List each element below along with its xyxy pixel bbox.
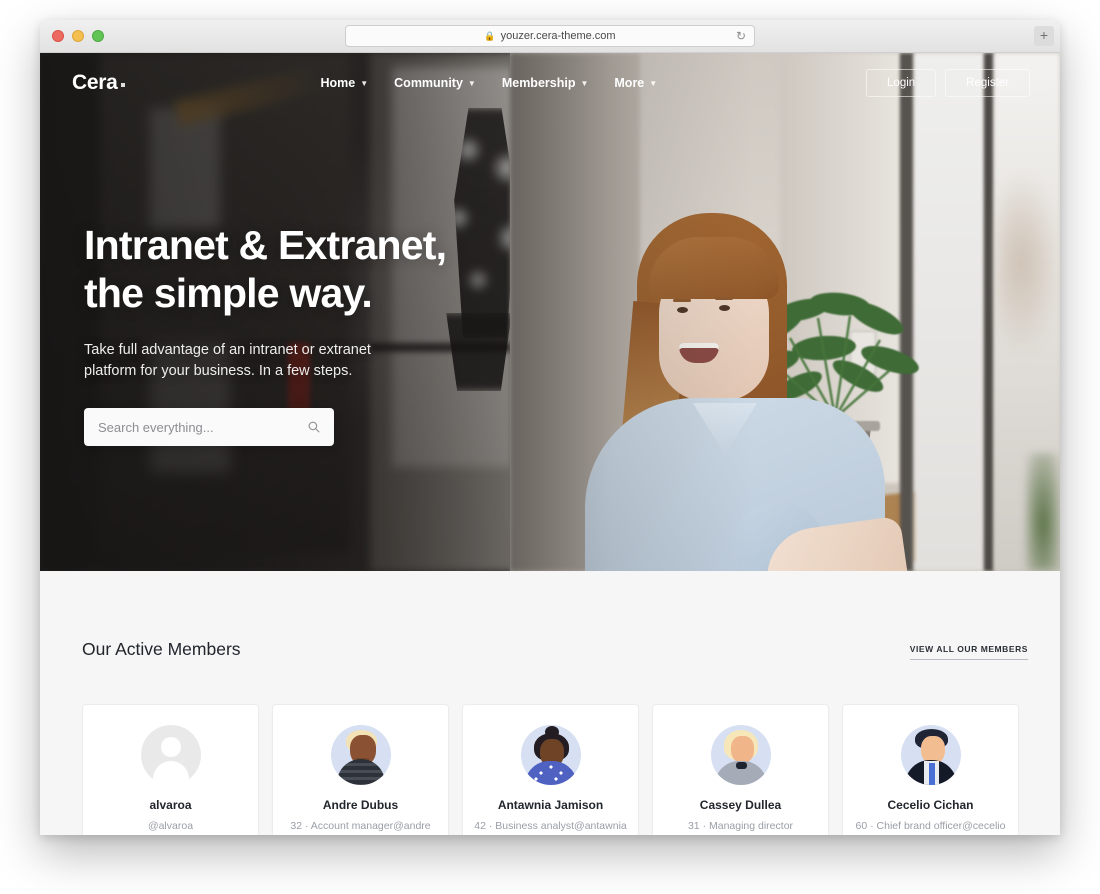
member-card[interactable]: Cecelio Cichan 60 · Chief brand officer@… [842, 704, 1019, 835]
address-bar-url: youzer.cera-theme.com [500, 30, 616, 42]
logo-dot-icon [120, 83, 125, 87]
member-meta: 42 · Business analyst@antawnia [474, 820, 627, 832]
member-name: Antawnia Jamison [497, 798, 604, 812]
hero-section: Cera Home ▼ Community ▼ Membership ▼ Mor… [40, 53, 1060, 571]
member-card[interactable]: alvaroa @alvaroa [82, 704, 259, 835]
close-window-button[interactable] [52, 30, 64, 42]
maximize-window-button[interactable] [92, 30, 104, 42]
hero-title: Intranet & Extranet, the simple way. [84, 222, 447, 317]
chevron-down-icon: ▼ [360, 78, 369, 88]
member-name: Cecelio Cichan [887, 798, 974, 812]
member-card[interactable]: Andre Dubus 32 · Account manager@andre [272, 704, 449, 835]
chevron-down-icon: ▼ [467, 78, 476, 88]
site-logo[interactable]: Cera [72, 71, 125, 95]
member-meta: 60 · Chief brand officer@cecelio [855, 820, 1006, 832]
hero-search-box[interactable]: Search everything... [84, 408, 334, 447]
members-grid: alvaroa @alvaroa Andre Dubus 32 · Accoun… [82, 704, 1019, 835]
reload-icon[interactable]: ↻ [736, 29, 746, 43]
browser-titlebar: 🔒 youzer.cera-theme.com ↻ + [40, 20, 1060, 53]
lock-icon: 🔒 [484, 30, 496, 41]
section-header: Our Active Members VIEW ALL OUR MEMBERS [82, 639, 1028, 660]
avatar [710, 725, 771, 785]
member-meta: @alvaroa [147, 820, 194, 832]
page-title: Our Active Members [82, 639, 241, 659]
nav-item-more-label: More [614, 76, 645, 90]
login-button[interactable]: Login [866, 69, 937, 97]
member-name: alvaroa [149, 798, 192, 812]
search-input-placeholder: Search everything... [98, 419, 214, 435]
window-traffic-lights [52, 30, 104, 42]
nav-item-community-label: Community [394, 76, 463, 90]
nav-actions: Login Register [866, 69, 1030, 97]
chevron-down-icon: ▼ [649, 78, 658, 88]
site-navbar: Cera Home ▼ Community ▼ Membership ▼ Mor… [40, 53, 1060, 113]
avatar [330, 725, 391, 785]
avatar [520, 725, 581, 785]
chevron-down-icon: ▼ [580, 78, 589, 88]
nav-item-home[interactable]: Home ▼ [321, 76, 369, 90]
search-icon[interactable] [308, 421, 320, 434]
member-name: Andre Dubus [322, 798, 399, 812]
member-meta: 32 · Account manager@andre [290, 820, 431, 832]
hero-content: Intranet & Extranet, the simple way. Tak… [84, 221, 447, 447]
nav-item-membership[interactable]: Membership ▼ [502, 76, 589, 90]
avatar [140, 725, 201, 785]
register-button[interactable]: Register [945, 69, 1030, 97]
nav-menu: Home ▼ Community ▼ Membership ▼ More ▼ [321, 76, 658, 90]
site-logo-text: Cera [72, 71, 118, 94]
view-all-members-link[interactable]: VIEW ALL OUR MEMBERS [909, 644, 1028, 660]
nav-item-membership-label: Membership [501, 76, 576, 90]
minimize-window-button[interactable] [72, 30, 84, 42]
nav-item-home-label: Home [320, 76, 356, 90]
page-viewport: Cera Home ▼ Community ▼ Membership ▼ Mor… [40, 53, 1060, 835]
member-card[interactable]: Cassey Dullea 31 · Managing director @sa… [652, 704, 829, 835]
new-tab-button[interactable]: + [1034, 26, 1054, 46]
nav-item-community[interactable]: Community ▼ [394, 76, 476, 90]
active-members-section: Our Active Members VIEW ALL OUR MEMBERS … [40, 571, 1060, 835]
member-name: Cassey Dullea [699, 797, 782, 812]
browser-window: 🔒 youzer.cera-theme.com ↻ + Cera Home ▼ … [40, 20, 1060, 835]
address-bar[interactable]: 🔒 youzer.cera-theme.com ↻ [345, 25, 755, 47]
member-card[interactable]: Antawnia Jamison 42 · Business analyst@a… [462, 704, 639, 835]
member-meta: 31 · Managing director @samantha [687, 819, 794, 835]
nav-item-more[interactable]: More ▼ [614, 76, 657, 90]
hero-subtitle: Take full advantage of an intranet or ex… [84, 341, 371, 380]
avatar [900, 725, 961, 785]
